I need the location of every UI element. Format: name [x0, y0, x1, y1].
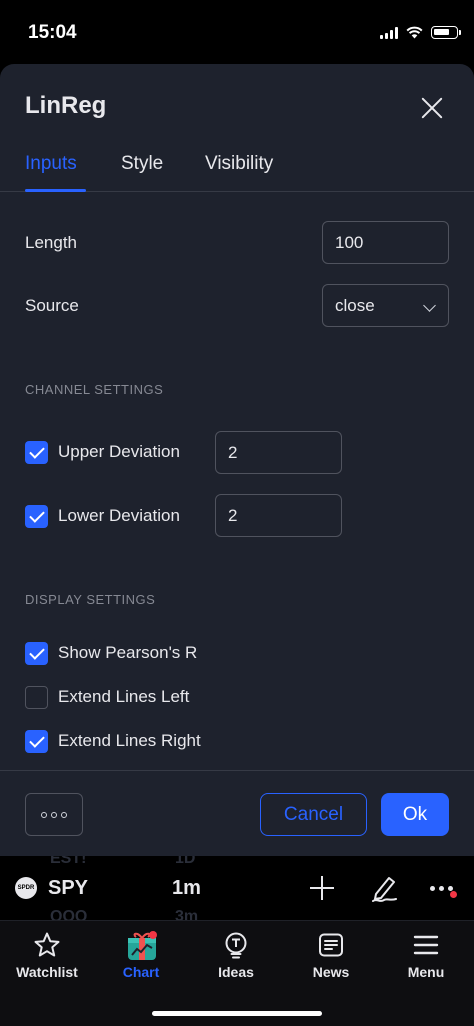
nav-menu[interactable]: Menu	[379, 921, 473, 991]
status-icons	[380, 26, 461, 39]
indicator-settings-dialog: LinReg Inputs Style Visibility Length 10…	[0, 64, 474, 856]
extend-lines-right-checkbox[interactable]	[25, 730, 48, 753]
ghost-text: EST!	[50, 856, 87, 867]
extend-lines-left-label: Extend Lines Left	[58, 687, 190, 706]
dialog-footer: Cancel Ok	[0, 770, 474, 856]
nav-ideas[interactable]: Ideas	[189, 921, 283, 991]
cellular-signal-icon	[380, 26, 398, 39]
active-tab-indicator	[25, 189, 86, 192]
nav-watchlist-label: Watchlist	[16, 964, 78, 980]
chart-gift-icon	[128, 931, 157, 960]
ghost-text: QQQ	[50, 908, 88, 920]
close-icon[interactable]	[418, 94, 446, 122]
dialog-tabs: Inputs Style Visibility	[0, 144, 474, 192]
lower-deviation-checkbox[interactable]	[25, 505, 48, 528]
channel-settings-title: CHANNEL SETTINGS	[25, 382, 164, 397]
chevron-down-icon	[423, 299, 436, 312]
home-indicator	[152, 1011, 322, 1016]
tab-visibility[interactable]: Visibility	[205, 153, 273, 175]
show-pearsons-r-label: Show Pearson's R	[58, 643, 198, 662]
status-time: 15:04	[28, 22, 77, 43]
upper-deviation-input[interactable]: 2	[215, 431, 342, 474]
newspaper-icon	[319, 933, 343, 957]
nav-menu-label: Menu	[407, 964, 445, 980]
symbol-button[interactable]: SPY	[48, 877, 88, 900]
status-bar: 15:04	[0, 0, 474, 64]
cancel-button[interactable]: Cancel	[260, 793, 367, 836]
dialog-title: LinReg	[25, 92, 107, 119]
extend-lines-left-checkbox[interactable]	[25, 686, 48, 709]
source-select[interactable]: close	[322, 284, 449, 327]
display-settings-title: DISPLAY SETTINGS	[25, 592, 156, 607]
chart-toolbar: EST! 1D QQQ 3m SPDR SPY 1m	[0, 856, 474, 920]
extend-lines-right-label: Extend Lines Right	[58, 731, 201, 750]
notification-dot	[450, 891, 457, 898]
length-label: Length	[25, 233, 77, 252]
tab-inputs[interactable]: Inputs	[25, 153, 77, 175]
ghost-text: 1D	[175, 856, 196, 867]
lightbulb-icon	[225, 932, 247, 959]
show-pearsons-r-checkbox[interactable]	[25, 642, 48, 665]
ok-button[interactable]: Ok	[381, 793, 449, 836]
upper-deviation-label: Upper Deviation	[58, 442, 180, 461]
battery-icon	[431, 26, 461, 39]
more-options-button[interactable]	[25, 793, 83, 836]
bottom-tab-bar: Watchlist Chart Ideas News Menu	[0, 920, 474, 1026]
nav-chart-label: Chart	[122, 964, 160, 980]
nav-watchlist[interactable]: Watchlist	[0, 921, 94, 991]
nav-news-label: News	[312, 964, 350, 980]
wifi-icon	[406, 26, 423, 39]
source-select-value: close	[335, 295, 375, 315]
nav-chart[interactable]: Chart	[94, 921, 188, 991]
ghost-text: 3m	[175, 908, 199, 920]
hamburger-icon	[413, 935, 439, 955]
lower-deviation-input[interactable]: 2	[215, 494, 342, 537]
nav-news[interactable]: News	[284, 921, 378, 991]
upper-deviation-checkbox[interactable]	[25, 441, 48, 464]
tab-style[interactable]: Style	[121, 153, 163, 175]
lower-deviation-label: Lower Deviation	[58, 506, 180, 525]
star-icon	[34, 932, 60, 957]
interval-button[interactable]: 1m	[172, 877, 201, 900]
more-dots-icon[interactable]	[430, 884, 460, 898]
source-label: Source	[25, 296, 79, 315]
symbol-logo: SPDR	[15, 877, 37, 899]
length-input[interactable]: 100	[322, 221, 449, 264]
nav-ideas-label: Ideas	[218, 964, 254, 980]
add-icon[interactable]	[310, 876, 334, 900]
drawing-tools-icon[interactable]	[368, 872, 400, 904]
